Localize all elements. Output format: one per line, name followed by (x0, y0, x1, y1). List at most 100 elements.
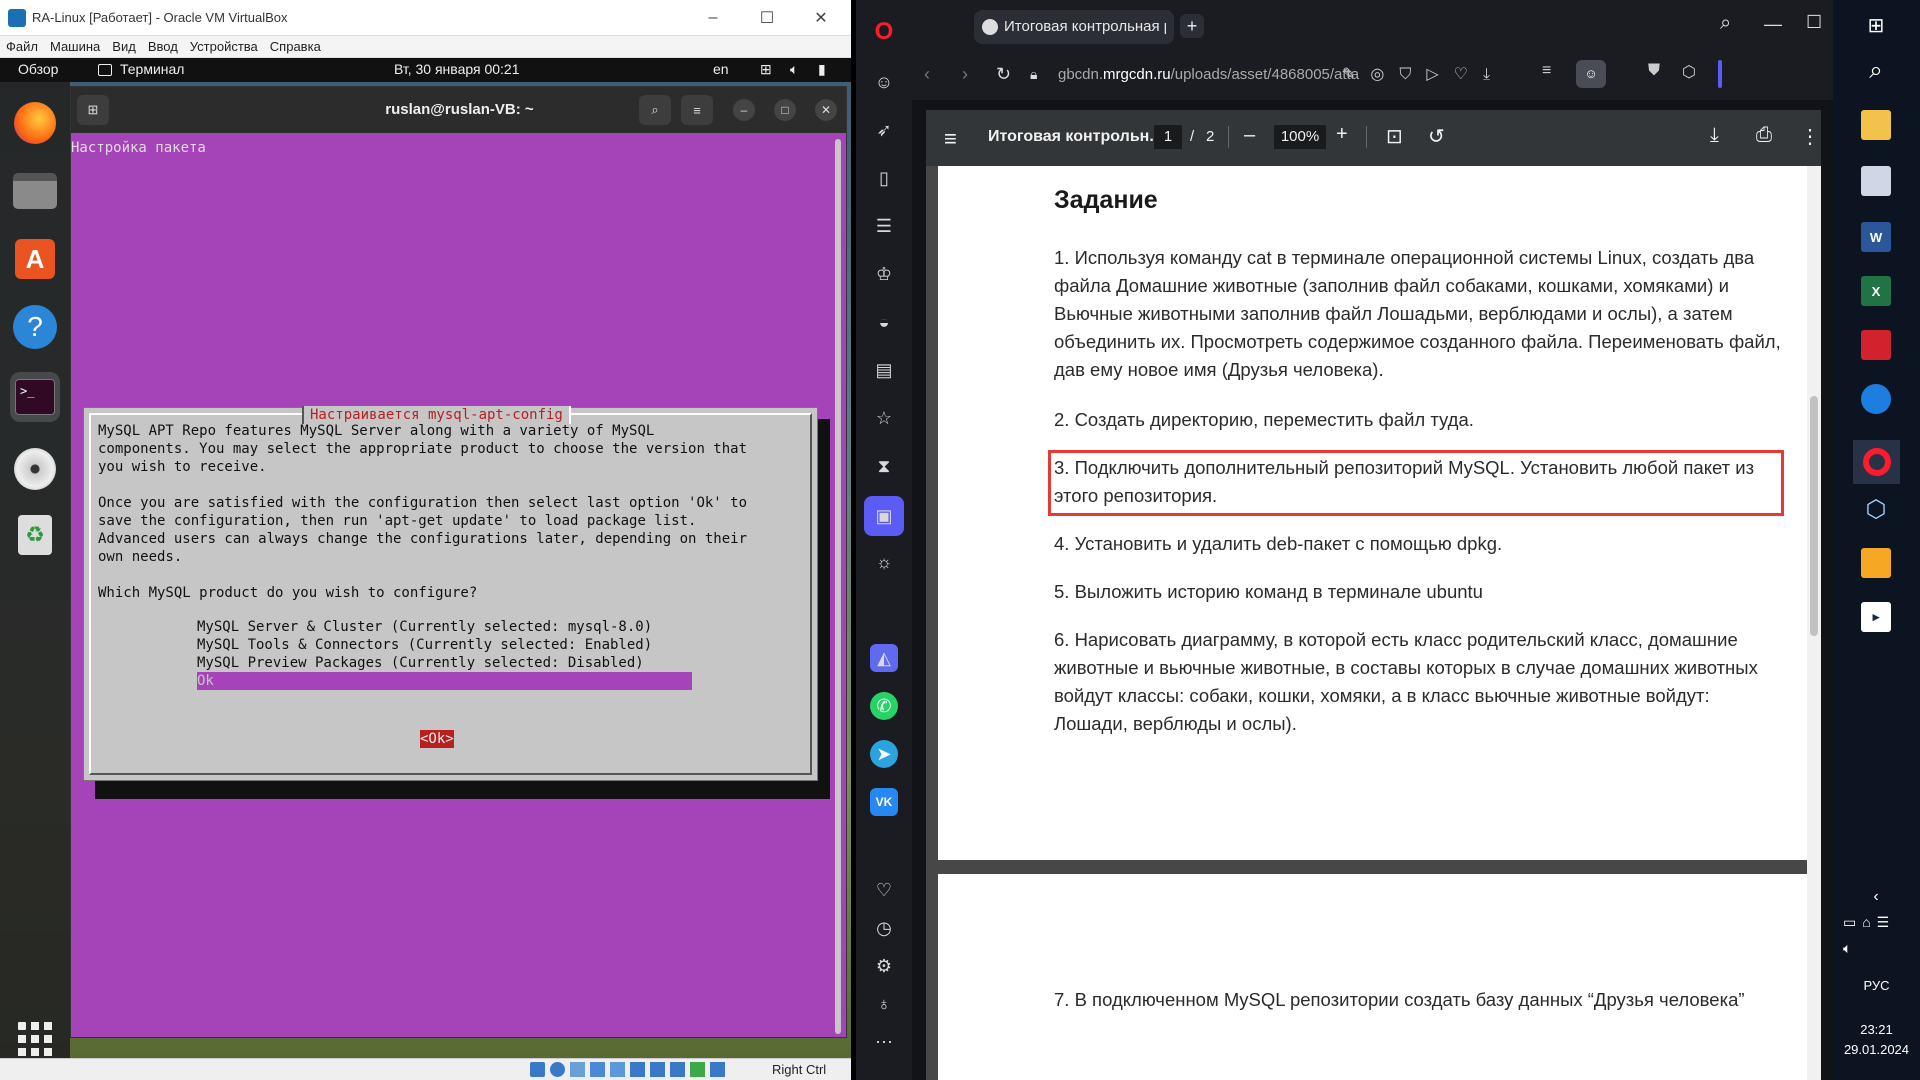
input-language[interactable]: РУС (1833, 978, 1920, 993)
close-button[interactable]: ✕ (815, 99, 837, 121)
maximize-button[interactable]: □ (774, 99, 796, 121)
briefcase-icon[interactable]: ▣ (864, 496, 904, 536)
word-icon[interactable]: W (1861, 222, 1891, 252)
ok-button[interactable]: <Ok> (420, 730, 454, 748)
settings-gear-icon[interactable]: ⚙ (870, 952, 898, 980)
search-icon[interactable]: ⌕ (639, 95, 671, 125)
menu-input[interactable]: Ввод (142, 36, 184, 57)
search-icon[interactable]: ⌕ (1720, 12, 1731, 35)
keyboard-layout[interactable]: en (713, 61, 729, 77)
trash-icon[interactable]: ♻ (10, 510, 60, 560)
zoom-in-button[interactable]: + (1336, 123, 1348, 146)
whatsapp-icon[interactable]: ✆ (870, 692, 898, 720)
chevron-up-icon[interactable]: ‹ (1861, 882, 1891, 912)
sun-icon[interactable]: ☼ (870, 548, 898, 576)
shield-icon[interactable]: ⛊ (1648, 62, 1660, 80)
files-icon[interactable] (10, 166, 60, 216)
vm-display[interactable]: Обзор Терминал Вт, 30 января 00:21 en ⊞ … (0, 58, 851, 1080)
option-ok-selected[interactable]: Ok (197, 672, 692, 690)
tab-active[interactable]: Итоговая контрольная р (974, 10, 1174, 44)
telegram-icon[interactable]: ➤ (870, 740, 898, 768)
star-icon[interactable]: ☆ (870, 404, 898, 432)
document-icon[interactable]: ▤ (870, 356, 898, 384)
url-field[interactable]: gbcdn.mrgcdn.ru/uploads/asset/4868005/at… (1058, 66, 1359, 83)
app-icon[interactable] (1861, 548, 1891, 578)
excel-icon[interactable]: X (1861, 276, 1891, 306)
menu-machine[interactable]: Машина (44, 36, 106, 57)
hamburger-menu-icon[interactable]: ≡ (944, 126, 957, 152)
menu-help[interactable]: Справка (264, 36, 327, 57)
terminal-scrollbar[interactable] (835, 139, 841, 1034)
more-options-icon[interactable]: ⋮ (1800, 124, 1820, 149)
rotate-icon[interactable]: ↺ (1428, 124, 1445, 149)
virtualbox-taskbar-icon[interactable]: ⬡ (1861, 494, 1891, 524)
pdf-viewport[interactable]: Задание 1. Используя команду cat в терми… (926, 166, 1821, 1080)
app-icon[interactable] (1861, 166, 1891, 196)
close-button[interactable]: ✕ (798, 0, 844, 36)
maximize-button[interactable]: ☐ (744, 0, 790, 36)
history-icon[interactable]: ◷ (870, 914, 898, 942)
minimize-button[interactable]: — (1764, 14, 1782, 35)
fit-page-icon[interactable]: ⊡ (1386, 124, 1403, 149)
tray-icons[interactable]: ▭⌂☰ (1843, 914, 1895, 931)
activities-button[interactable]: Обзор (18, 61, 58, 77)
page-number-input[interactable]: 1 (1154, 125, 1182, 149)
app-icon[interactable]: ▸ (1861, 602, 1891, 632)
maximize-button[interactable]: ☐ (1806, 12, 1822, 33)
minimize-button[interactable]: – (690, 0, 736, 36)
profile-icon[interactable]: ☺ (1576, 60, 1606, 88)
lightbulb-icon[interactable]: ♁ (870, 990, 898, 1018)
opera-logo-icon[interactable]: O (870, 18, 898, 46)
option-mysql-server[interactable]: MySQL Server & Cluster (Currently select… (197, 618, 652, 636)
car-icon[interactable]: ◒ (870, 308, 898, 336)
file-explorer-icon[interactable] (1861, 110, 1891, 140)
terminal-window[interactable]: ⊞ ruslan@ruslan-VB: ~ ⌕ ≡ – □ ✕ Настройк… (70, 86, 847, 1038)
forward-icon[interactable]: › (962, 64, 968, 85)
minimize-button[interactable]: – (733, 99, 755, 121)
option-mysql-tools[interactable]: MySQL Tools & Connectors (Currently sele… (197, 636, 652, 654)
print-icon[interactable]: ⎙ (1756, 124, 1772, 147)
hourglass-icon[interactable]: ⧗ (870, 452, 898, 480)
zoom-level-input[interactable]: 100% (1274, 125, 1326, 149)
easy-setup-icon[interactable]: ≡ (1542, 62, 1551, 80)
back-icon[interactable]: ‹ (924, 64, 930, 85)
app-menu-label[interactable]: Терминал (120, 61, 184, 77)
search-icon[interactable]: ⌕ (1861, 56, 1891, 86)
clock-time[interactable]: 23:21 (1833, 1022, 1920, 1037)
firefox-icon[interactable] (10, 98, 60, 148)
arc-app-icon[interactable]: ◭ (870, 644, 898, 672)
more-icon[interactable]: ⋯ (870, 1028, 898, 1056)
volume-icon[interactable]: 🔈︎ (1843, 940, 1851, 957)
thunderbird-icon[interactable] (1861, 384, 1891, 414)
reload-icon[interactable]: ↻ (996, 64, 1011, 85)
address-bar-actions[interactable]: ✎◎⛉▷♡⤓ (1342, 64, 1505, 84)
new-tab-button[interactable]: + (1180, 14, 1204, 38)
menu-view[interactable]: Вид (106, 36, 142, 57)
hamburger-menu-icon[interactable]: ≡ (681, 95, 713, 125)
list-icon[interactable]: ☰ (870, 212, 898, 240)
heart-icon[interactable]: ♡ (870, 876, 898, 904)
clock-date[interactable]: 29.01.2024 (1833, 1042, 1920, 1057)
opera-taskbar-active[interactable] (1853, 440, 1900, 484)
option-mysql-preview[interactable]: MySQL Preview Packages (Currently select… (197, 654, 644, 672)
scrollbar-thumb[interactable] (1810, 396, 1818, 636)
disc-icon[interactable] (10, 444, 60, 494)
volume-icon[interactable]: 🔈︎ (790, 61, 798, 78)
help-icon[interactable]: ? (10, 302, 60, 352)
menu-devices[interactable]: Устройства (184, 36, 264, 57)
zoom-out-button[interactable]: – (1244, 124, 1255, 147)
download-icon[interactable]: ⤓ (1710, 124, 1719, 147)
windows-start-icon[interactable]: ⊞ (1861, 10, 1891, 40)
show-apps-icon[interactable] (10, 1014, 60, 1064)
pdf-scrollbar[interactable] (1807, 166, 1821, 1080)
aria-icon[interactable]: ☺ (870, 68, 898, 96)
software-store-icon[interactable]: A (10, 234, 60, 284)
book-icon[interactable]: ▯ (870, 164, 898, 192)
lock-icon[interactable]: 🔒︎ (1030, 66, 1037, 83)
battery-icon[interactable]: ▮ (818, 61, 826, 78)
screen-recorder-icon[interactable] (1861, 330, 1891, 360)
clock[interactable]: Вт, 30 января 00:21 (394, 61, 520, 77)
rocket-icon[interactable]: ➶ (870, 116, 898, 144)
crown-icon[interactable]: ♔ (870, 260, 898, 288)
vk-icon[interactable]: VK (870, 788, 898, 816)
